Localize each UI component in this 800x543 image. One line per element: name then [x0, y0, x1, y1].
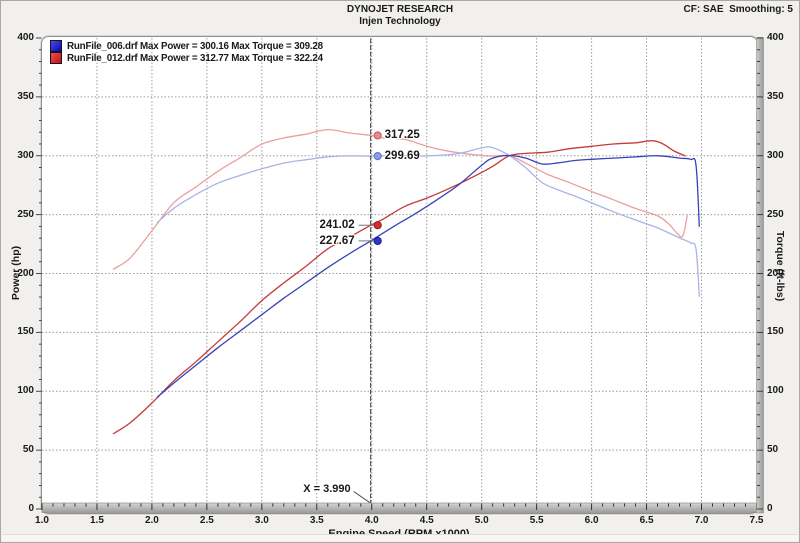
y-right-tick-label: 250: [767, 209, 799, 221]
cursor-value-torque-006: 299.69: [385, 149, 420, 163]
cursor-x-label: X = 3.990: [281, 483, 351, 496]
x-tick-label: 1.5: [81, 515, 113, 527]
y-right-tick-label: 300: [767, 150, 799, 162]
y-right-tick-label: 200: [767, 268, 799, 280]
y-left-tick-label: 250: [1, 209, 34, 221]
y-right-tick-label: 50: [767, 444, 799, 456]
plot-area: [42, 37, 758, 514]
x-tick-label: 4.0: [356, 515, 388, 527]
cursor-value-torque-012: 317.25: [385, 128, 420, 142]
x-tick-label: 2.0: [136, 515, 168, 527]
cursor-marker-dot: [374, 132, 381, 139]
cursor-value-power-006: 227.67: [305, 234, 355, 248]
y-right-tick-label: 400: [767, 32, 799, 44]
y-left-tick-label: 150: [1, 326, 34, 338]
x-tick-label: 6.5: [631, 515, 663, 527]
x-tick-label: 3.0: [246, 515, 278, 527]
y-right-tick-label: 150: [767, 326, 799, 338]
x-tick-label: 7.0: [686, 515, 718, 527]
x-tick-label: 5.5: [521, 515, 553, 527]
legend-label: RunFile_006.drf Max Power = 300.16 Max T…: [67, 41, 323, 52]
x-tick-label: 6.0: [576, 515, 608, 527]
cursor-marker-dot: [374, 153, 381, 160]
y-left-tick-label: 50: [1, 444, 34, 456]
cursor-marker-dot: [374, 237, 381, 244]
y-left-tick-label: 350: [1, 91, 34, 103]
dyno-chart-window: DYNOJET RESEARCH Injen Technology CF: SA…: [0, 0, 800, 543]
y-left-tick-label: 400: [1, 32, 34, 44]
x-tick-label: 3.5: [301, 515, 333, 527]
window-bottom-edge: [2, 534, 798, 541]
legend-swatch-red: [50, 52, 62, 64]
x-tick-label: 5.0: [466, 515, 498, 527]
y-right-tick-label: 350: [767, 91, 799, 103]
y-left-tick-label: 100: [1, 385, 34, 397]
y-right-tick-label: 100: [767, 385, 799, 397]
x-tick-label: 1.0: [26, 515, 58, 527]
x-tick-label: 2.5: [191, 515, 223, 527]
y-left-tick-label: 300: [1, 150, 34, 162]
y-right-axis-title: Torque (ft-lbs): [774, 231, 786, 301]
x-axis-ruler: [42, 503, 757, 513]
y-left-tick-label: 0: [1, 503, 34, 515]
cursor-value-power-012: 241.02: [305, 218, 355, 232]
cursor-marker-dot: [374, 222, 381, 229]
y-right-tick-label: 0: [767, 503, 799, 515]
y-left-tick-label: 200: [1, 268, 34, 280]
x-tick-label: 4.5: [411, 515, 443, 527]
legend-label: RunFile_012.drf Max Power = 312.77 Max T…: [67, 53, 323, 64]
legend-swatch-blue: [50, 40, 62, 52]
legend-row-runfile-012: RunFile_012.drf Max Power = 312.77 Max T…: [50, 52, 323, 64]
legend-row-runfile-006: RunFile_006.drf Max Power = 300.16 Max T…: [50, 40, 323, 52]
dyno-chart-canvas: [1, 1, 800, 543]
x-tick-label: 7.5: [741, 515, 773, 527]
